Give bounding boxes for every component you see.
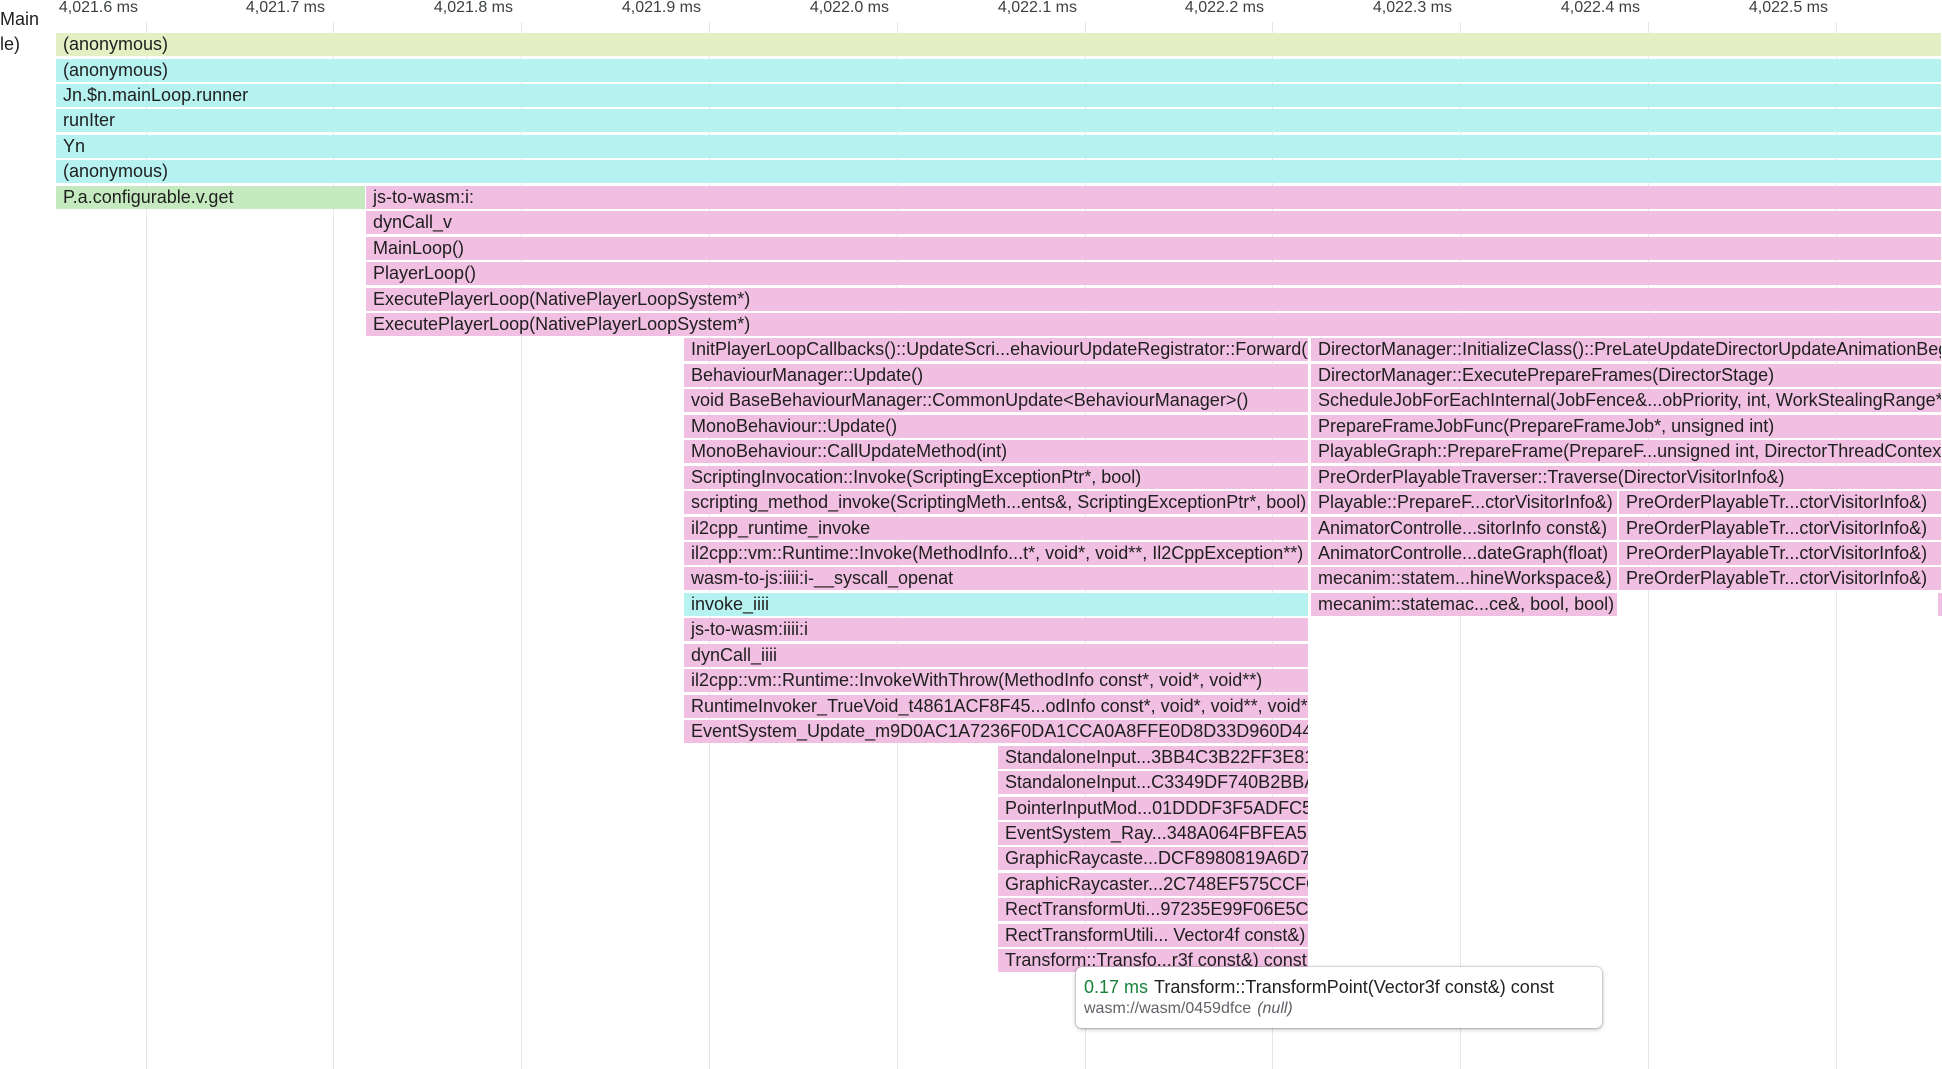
flame-frame[interactable]: ExecutePlayerLoop(NativePlayerLoopSystem… xyxy=(366,287,1941,311)
tooltip-url: wasm://wasm/0459dfce xyxy=(1084,1000,1252,1017)
flame-frame[interactable]: js-to-wasm:iiii:i xyxy=(684,618,1308,642)
flame-frame[interactable] xyxy=(1938,592,1942,616)
flame-frame[interactable]: BehaviourManager::Update() xyxy=(684,363,1308,387)
flame-frame[interactable]: scripting_method_invoke(ScriptingMeth...… xyxy=(684,491,1308,515)
frame-tooltip: 0.17 ms Transform::TransformPoint(Vector3… xyxy=(1076,967,1602,1028)
flame-frame[interactable]: Playable::PrepareF...ctorVisitorInfo&) xyxy=(1311,491,1617,515)
flame-frame[interactable]: PreOrderPlayableTraverser::Traverse(Dire… xyxy=(1311,465,1941,489)
flame-frame[interactable]: AnimatorControlle...dateGraph(float) xyxy=(1311,542,1617,565)
flame-frame[interactable]: StandaloneInput...C3349DF740B2BBA xyxy=(998,771,1308,794)
tick-label: 4,022.5 ms xyxy=(1748,0,1828,16)
flame-frame[interactable]: PreOrderPlayableTr...ctorVisitorInfo&) xyxy=(1619,516,1941,540)
flame-frame[interactable]: MonoBehaviour::Update() xyxy=(684,414,1308,438)
track-subtitle: le) xyxy=(0,34,21,54)
flame-frame[interactable]: js-to-wasm:i: xyxy=(366,185,1941,209)
flame-frame[interactable]: il2cpp_runtime_invoke xyxy=(684,516,1308,540)
flame-frame[interactable]: DirectorManager::InitializeClass()::PreL… xyxy=(1311,338,1941,362)
tick-label: 4,021.9 ms xyxy=(621,0,701,16)
flame-frame[interactable]: RectTransformUtili... Vector4f const&) xyxy=(998,923,1308,947)
flame-frame[interactable]: dynCall_iiii xyxy=(684,643,1308,667)
flame-frame[interactable]: PreOrderPlayableTr...ctorVisitorInfo&) xyxy=(1619,567,1941,591)
track-header xyxy=(0,22,56,1069)
track-title[interactable]: Main xyxy=(0,9,39,29)
tooltip-title-row: 0.17 ms Transform::TransformPoint(Vector3… xyxy=(1084,976,1594,998)
flame-frame[interactable]: PlayerLoop() xyxy=(366,262,1941,285)
tick-label: 4,021.8 ms xyxy=(433,0,513,16)
flame-frame[interactable]: DirectorManager::ExecutePrepareFrames(Di… xyxy=(1311,363,1941,387)
time-ruler: 4,021.6 ms 4,021.7 ms 4,021.8 ms 4,021.9 ms… xyxy=(0,0,1942,22)
tooltip-location-row: wasm://wasm/0459dfce (null) xyxy=(1084,998,1594,1020)
flame-frame[interactable]: P.a.configurable.v.get xyxy=(56,185,365,209)
flame-frame[interactable]: InitPlayerLoopCallbacks()::UpdateScri...… xyxy=(684,338,1308,362)
flame-frame[interactable]: MainLoop() xyxy=(366,236,1941,260)
flame-frame[interactable]: wasm-to-js:iiii:i-__syscall_openat xyxy=(684,567,1308,591)
tick-label: 4,021.7 ms xyxy=(245,0,325,16)
tick-label: 4,022.4 ms xyxy=(1560,0,1640,16)
flame-frame[interactable]: Jn.$n.mainLoop.runner xyxy=(56,83,1941,107)
flame-frame[interactable]: PlayableGraph::PrepareFrame(PrepareF...u… xyxy=(1311,440,1941,464)
flame-frame[interactable]: PrepareFrameJobFunc(PrepareFrameJob*, un… xyxy=(1311,414,1941,438)
flame-frame[interactable]: ScriptingInvocation::Invoke(ScriptingExc… xyxy=(684,465,1308,489)
flame-frame[interactable]: RectTransformUti...97235E99F06E5C3 xyxy=(998,898,1308,922)
flame-frame[interactable]: PointerInputMod...01DDDF3F5ADFC5 xyxy=(998,796,1308,820)
flame-frame[interactable]: MonoBehaviour::CallUpdateMethod(int) xyxy=(684,440,1308,464)
flame-frame[interactable]: invoke_iiii xyxy=(684,592,1308,616)
flame-frame[interactable]: ScheduleJobForEachInternal(JobFence&...o… xyxy=(1311,389,1941,413)
flame-frame[interactable]: il2cpp::vm::Runtime::InvokeWithThrow(Met… xyxy=(684,669,1308,693)
tooltip-location: (null) xyxy=(1257,1000,1293,1017)
flame-frame[interactable]: Yn xyxy=(56,134,1941,158)
flame-frame[interactable]: runIter xyxy=(56,109,1941,133)
flame-frame[interactable]: StandaloneInput...3BB4C3B22FF3E81 xyxy=(998,745,1308,769)
flame-frame[interactable]: il2cpp::vm::Runtime::Invoke(MethodInfo..… xyxy=(684,542,1308,565)
flame-frame[interactable]: PreOrderPlayableTr...ctorVisitorInfo&) xyxy=(1619,491,1941,515)
flame-frame[interactable]: RuntimeInvoker_TrueVoid_t4861ACF8F45...o… xyxy=(684,694,1308,718)
flame-frame[interactable]: AnimatorControlle...sitorInfo const&) xyxy=(1311,516,1617,540)
tooltip-duration: 0.17 ms xyxy=(1084,977,1149,997)
tick-label: 4,022.3 ms xyxy=(1372,0,1452,16)
tick-label: 4,022.2 ms xyxy=(1184,0,1264,16)
flame-chart[interactable]: 4,021.6 ms 4,021.7 ms 4,021.8 ms 4,021.9 ms… xyxy=(0,0,1942,1069)
flame-frame[interactable]: GraphicRaycaster...2C748EF575CCFCC xyxy=(998,872,1308,896)
flame-frame[interactable]: void BaseBehaviourManager::CommonUpdate<… xyxy=(684,389,1308,413)
tick-label: 4,022.1 ms xyxy=(997,0,1077,16)
flame-frame[interactable]: (anonymous) xyxy=(56,33,1941,56)
flame-frame[interactable]: GraphicRaycaste...DCF8980819A6D7F xyxy=(998,847,1308,871)
flame-frame[interactable]: EventSystem_Ray...348A064FBFEA528 xyxy=(998,821,1308,845)
flame-frame[interactable]: ExecutePlayerLoop(NativePlayerLoopSystem… xyxy=(366,312,1941,336)
tick-label: 4,021.6 ms xyxy=(58,0,138,16)
flame-frame[interactable]: EventSystem_Update_m9D0AC1A7236F0DA1CCA0… xyxy=(684,720,1308,744)
flame-frame[interactable]: mecanim::statem...hineWorkspace&) xyxy=(1311,567,1617,591)
flame-frame[interactable]: mecanim::statemac...ce&, bool, bool) xyxy=(1311,592,1617,616)
flame-frame[interactable]: PreOrderPlayableTr...ctorVisitorInfo&) xyxy=(1619,542,1941,565)
flame-frame[interactable]: (anonymous) xyxy=(56,58,1941,82)
flame-frame[interactable]: (anonymous) xyxy=(56,160,1941,184)
flame-frame[interactable]: dynCall_v xyxy=(366,211,1941,235)
tick-label: 4,022.0 ms xyxy=(809,0,889,16)
tooltip-function-name: Transform::TransformPoint(Vector3f const… xyxy=(1154,977,1554,997)
